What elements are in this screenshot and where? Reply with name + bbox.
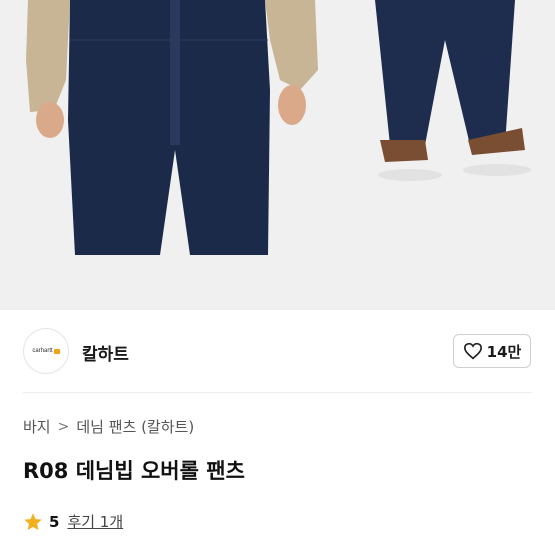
brand-logo[interactable]: carhartt <box>23 328 69 374</box>
breadcrumb-item-denim[interactable]: 데님 팬츠 (칼하트) <box>76 416 194 437</box>
product-photo <box>0 0 555 310</box>
brand-name[interactable]: 칼하트 <box>82 340 129 365</box>
brand-row[interactable]: carhartt 칼하트 14만 <box>0 310 555 392</box>
like-button[interactable]: 14만 <box>453 334 531 368</box>
product-title: R08 데님빕 오버롤 팬츠 <box>23 459 245 483</box>
breadcrumb: 바지 > 데님 팬츠 (칼하트) <box>23 416 194 437</box>
reviews-link[interactable]: 후기 1개 <box>67 511 123 532</box>
chevron-right-icon: > <box>57 418 70 435</box>
brand-logo-text: carhartt <box>32 348 53 354</box>
rating-score: 5 <box>49 512 60 531</box>
heart-icon <box>463 342 482 360</box>
star-icon <box>24 512 42 530</box>
rating: 5 후기 1개 <box>23 511 123 532</box>
product-image[interactable] <box>0 0 555 310</box>
divider <box>23 392 532 393</box>
breadcrumb-item-pants[interactable]: 바지 <box>23 416 51 437</box>
like-count: 14만 <box>486 342 522 361</box>
brand-logo-mark <box>53 348 60 354</box>
